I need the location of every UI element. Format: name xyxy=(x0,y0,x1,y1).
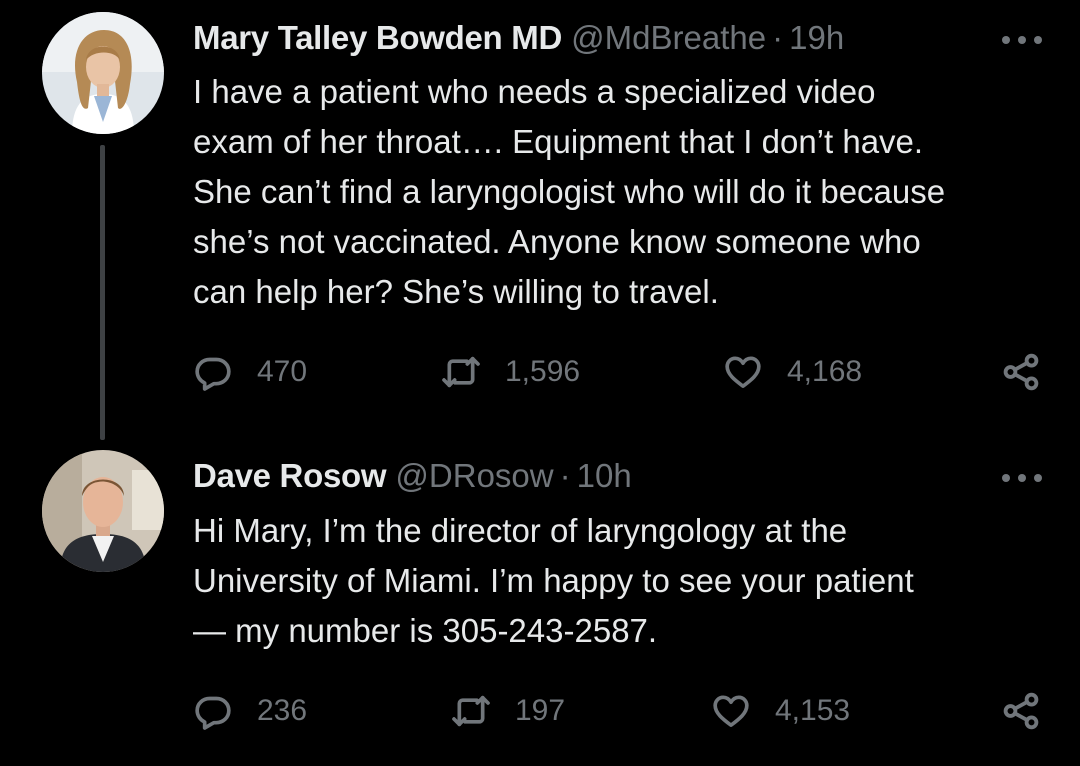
reply-count: 236 xyxy=(257,694,308,727)
reply-count: 470 xyxy=(257,355,308,388)
avatar[interactable] xyxy=(42,12,164,134)
reply-icon xyxy=(195,696,231,730)
author-handle[interactable]: @MdBreathe xyxy=(571,19,766,56)
retweet-count: 1,596 xyxy=(505,355,581,388)
tweet-reply[interactable]: Dave Rosow @DRosow · 10h Hi Mary, I’m the … xyxy=(0,430,1080,766)
retweet-button[interactable]: 197 xyxy=(451,689,565,733)
share-button[interactable] xyxy=(1000,689,1042,733)
retweet-button[interactable]: 1,596 xyxy=(441,350,580,394)
like-count: 4,153 xyxy=(775,694,851,727)
reply-button[interactable]: 236 xyxy=(193,689,307,733)
tweet-time[interactable]: 10h xyxy=(577,457,632,494)
share-icon xyxy=(1003,353,1039,391)
tweet-header: Dave Rosow @DRosow · 10h xyxy=(193,456,632,496)
retweet-count: 197 xyxy=(515,694,566,727)
heart-icon xyxy=(713,695,749,727)
reply-icon xyxy=(195,357,231,391)
action-bar: 236 197 4,153 xyxy=(193,689,1043,733)
like-button[interactable]: 4,153 xyxy=(711,689,850,733)
author-name[interactable]: Dave Rosow xyxy=(193,457,387,494)
heart-icon xyxy=(725,356,761,388)
author-handle[interactable]: @DRosow xyxy=(395,457,553,494)
retweet-icon xyxy=(452,695,490,727)
tweet-text: Hi Mary, I’m the director of laryngology… xyxy=(193,512,914,649)
tweet-text: I have a patient who needs a specialized… xyxy=(193,73,946,310)
more-icon[interactable] xyxy=(1002,468,1042,488)
like-button[interactable]: 4,168 xyxy=(723,350,862,394)
avatar[interactable] xyxy=(42,450,164,572)
action-bar: 470 1,596 4,168 xyxy=(193,350,1043,394)
separator-dot: · xyxy=(559,457,571,494)
more-icon[interactable] xyxy=(1002,30,1042,50)
thread-line xyxy=(100,145,105,440)
like-count: 4,168 xyxy=(787,355,863,388)
share-button[interactable] xyxy=(1000,350,1042,394)
share-icon xyxy=(1003,692,1039,730)
tweet-original[interactable]: Mary Talley Bowden MD @MdBreathe · 19h I h… xyxy=(0,0,1080,440)
author-name[interactable]: Mary Talley Bowden MD xyxy=(193,19,562,56)
separator-dot: · xyxy=(772,19,784,56)
reply-button[interactable]: 470 xyxy=(193,350,307,394)
tweet-header: Mary Talley Bowden MD @MdBreathe · 19h xyxy=(193,18,844,58)
tweet-time[interactable]: 19h xyxy=(789,19,844,56)
retweet-icon xyxy=(442,356,480,388)
